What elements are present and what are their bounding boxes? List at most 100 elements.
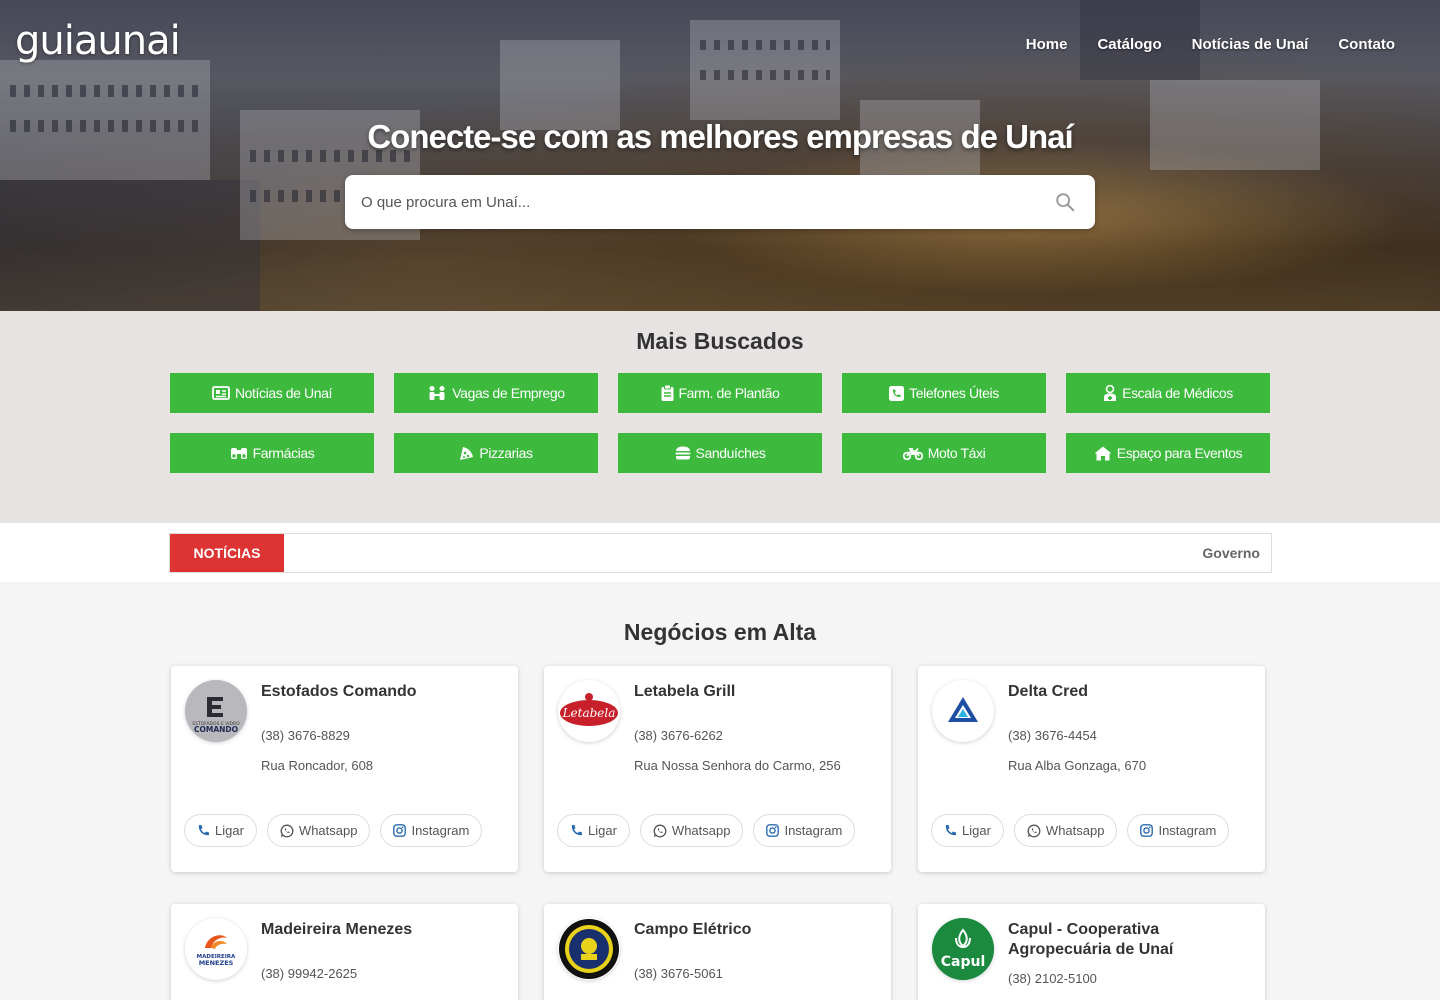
- search-bar: [345, 175, 1095, 229]
- nav-catalogo[interactable]: Catálogo: [1097, 36, 1161, 53]
- business-name[interactable]: Capul - Cooperativa Agropecuária de Unaí: [1008, 920, 1248, 960]
- popular-section: Mais Buscados Notícias de Unaí Vagas de …: [0, 311, 1440, 523]
- popular-button-sanduiches[interactable]: Sanduíches: [618, 433, 822, 473]
- popular-button-moto-taxi[interactable]: Moto Táxi: [842, 433, 1046, 473]
- burger-icon: [675, 446, 691, 460]
- popular-button-label: Vagas de Emprego: [452, 385, 565, 401]
- popular-button-label: Pizzarias: [479, 445, 533, 461]
- business-actions: Ligar Whatsapp Instagram: [931, 814, 1230, 847]
- call-button[interactable]: Ligar: [184, 814, 257, 847]
- instagram-button[interactable]: Instagram: [1127, 814, 1230, 847]
- delta-cred-logo: [932, 680, 994, 742]
- call-button[interactable]: Ligar: [557, 814, 630, 847]
- svg-text:Capul: Capul: [941, 954, 986, 970]
- news-section: NOTÍCIAS Governo: [0, 523, 1440, 582]
- business-phone: (38) 3676-8829: [261, 728, 350, 743]
- popular-button-farm-plantao[interactable]: Farm. de Plantão: [618, 373, 822, 413]
- popular-button-label: Telefones Úteis: [909, 385, 999, 401]
- popular-button-farmacias[interactable]: Farmácias: [170, 433, 374, 473]
- popular-button-label: Farm. de Plantão: [678, 385, 780, 401]
- popular-title: Mais Buscados: [636, 328, 804, 354]
- hero-title: Conecte-se com as melhores empresas de U…: [367, 118, 1073, 155]
- whatsapp-icon: [1027, 824, 1041, 837]
- phone-square-icon: [889, 385, 905, 401]
- pizza-icon: [460, 446, 474, 460]
- newspaper-icon: [212, 386, 230, 400]
- business-section-title: Negócios em Alta: [623, 619, 817, 645]
- search-icon[interactable]: [1035, 175, 1095, 229]
- business-actions: Ligar Whatsapp Instagram: [184, 814, 483, 847]
- phone-icon: [198, 825, 209, 836]
- popular-button-telefones[interactable]: Telefones Úteis: [842, 373, 1046, 413]
- popular-button-vagas[interactable]: Vagas de Emprego: [394, 373, 598, 413]
- popular-button-label: Notícias de Unaí: [234, 385, 333, 401]
- popular-button-label: Moto Táxi: [927, 445, 986, 461]
- popular-button-eventos[interactable]: Espaço para Eventos: [1066, 433, 1270, 473]
- popular-button-medicos[interactable]: Escala de Médicos: [1066, 373, 1270, 413]
- business-phone: (38) 2102-5100: [1008, 971, 1097, 986]
- capul-logo: Capul: [932, 918, 994, 980]
- business-phone: (38) 3676-5061: [634, 966, 723, 981]
- nav-contato[interactable]: Contato: [1338, 36, 1395, 53]
- business-name[interactable]: Delta Cred: [1008, 682, 1248, 702]
- motorcycle-icon: [902, 447, 923, 460]
- business-actions: Ligar Whatsapp Instagram: [557, 814, 856, 847]
- search-input[interactable]: [345, 175, 1035, 229]
- main-nav: Home Catálogo Notícias de Unaí Contato: [1026, 36, 1395, 53]
- house-icon: [1094, 446, 1112, 460]
- business-card[interactable]: Letabela Letabela Grill (38) 3676-6262 R…: [544, 666, 891, 872]
- phone-icon: [945, 825, 956, 836]
- letabela-logo: Letabela: [558, 680, 620, 742]
- business-address: Rua Roncador, 608: [261, 758, 374, 773]
- campo-eletrico-logo: [558, 918, 620, 980]
- whatsapp-button[interactable]: Whatsapp: [266, 814, 371, 847]
- whatsapp-icon: [653, 824, 667, 837]
- instagram-icon: [1140, 824, 1154, 837]
- whatsapp-button[interactable]: Whatsapp: [639, 814, 744, 847]
- whatsapp-icon: [280, 824, 294, 837]
- popular-button-label: Farmácias: [252, 445, 315, 461]
- whatsapp-button[interactable]: Whatsapp: [1013, 814, 1118, 847]
- business-address: Rua Nossa Senhora do Carmo, 256: [634, 758, 841, 773]
- hero-banner: guiaunai Home Catálogo Notícias de Unaí …: [0, 0, 1440, 311]
- business-name[interactable]: Estofados Comando: [261, 682, 501, 702]
- business-name[interactable]: Letabela Grill: [634, 682, 874, 702]
- madeireira-menezes-logo: MADEIREIRA MENEZES: [185, 918, 247, 980]
- binoculars-icon: [230, 448, 247, 459]
- popular-buttons: Notícias de Unaí Vagas de Emprego Farm. …: [170, 373, 1270, 473]
- business-card[interactable]: Campo Elétrico (38) 3676-5061: [544, 904, 891, 1000]
- business-address: Rua Alba Gonzaga, 670: [1008, 758, 1147, 773]
- svg-text:Letabela: Letabela: [562, 706, 616, 720]
- call-button[interactable]: Ligar: [931, 814, 1004, 847]
- clipboard-icon: [661, 385, 673, 401]
- popular-button-label: Escala de Médicos: [1122, 385, 1233, 401]
- business-name[interactable]: Madeireira Menezes: [261, 920, 501, 940]
- site-logo[interactable]: guiaunai: [15, 18, 181, 64]
- popular-button-label: Espaço para Eventos: [1116, 445, 1243, 461]
- people-icon: [429, 386, 445, 400]
- popular-button-pizzarias[interactable]: Pizzarias: [394, 433, 598, 473]
- business-card[interactable]: ESTOFADOS E VIDRO COMANDO Estofados Coma…: [171, 666, 518, 872]
- phone-icon: [571, 825, 582, 836]
- news-tag: NOTÍCIAS: [170, 534, 284, 572]
- instagram-icon: [766, 824, 780, 837]
- business-name[interactable]: Campo Elétrico: [634, 920, 874, 940]
- business-card[interactable]: MADEIREIRA MENEZES Madeireira Menezes (3…: [171, 904, 518, 1000]
- svg-text:COMANDO: COMANDO: [194, 725, 238, 734]
- instagram-button[interactable]: Instagram: [753, 814, 856, 847]
- business-card[interactable]: Capul Capul - Cooperativa Agropecuária d…: [918, 904, 1265, 1000]
- doctor-icon: [1104, 385, 1117, 401]
- business-phone: (38) 3676-4454: [1008, 728, 1097, 743]
- svg-text:MENEZES: MENEZES: [199, 959, 234, 967]
- instagram-icon: [393, 824, 407, 837]
- news-ticker-item[interactable]: Governo: [1202, 545, 1260, 561]
- business-phone: (38) 3676-6262: [634, 728, 723, 743]
- business-phone: (38) 99942-2625: [261, 966, 358, 981]
- popular-button-label: Sanduíches: [695, 445, 766, 461]
- nav-noticias[interactable]: Notícias de Unaí: [1192, 36, 1309, 53]
- instagram-button[interactable]: Instagram: [380, 814, 483, 847]
- business-card[interactable]: Delta Cred (38) 3676-4454 Rua Alba Gonza…: [918, 666, 1265, 872]
- nav-home[interactable]: Home: [1026, 36, 1068, 53]
- news-ticker: NOTÍCIAS Governo: [169, 533, 1272, 573]
- popular-button-noticias[interactable]: Notícias de Unaí: [170, 373, 374, 413]
